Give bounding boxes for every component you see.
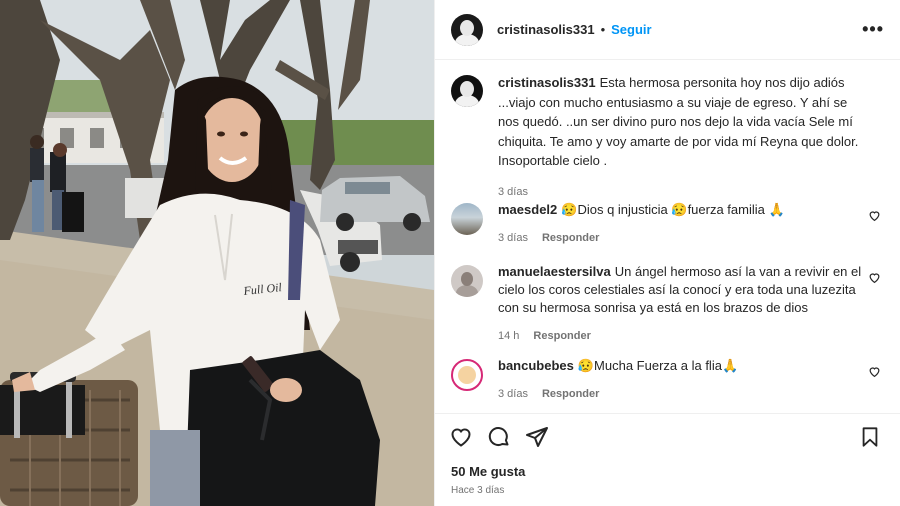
more-options-icon[interactable]: ••• [862,19,884,40]
comment-text: 😥Dios q injusticia 😥fuerza familia 🙏 [561,202,785,217]
author-avatar[interactable] [451,13,483,46]
reply-button[interactable]: Responder [533,327,590,345]
comment-time[interactable]: 3 días [498,385,528,403]
commenter-avatar[interactable] [451,203,483,235]
comment-icon[interactable] [487,425,511,449]
share-icon[interactable] [525,425,549,449]
like-heart-icon[interactable] [449,425,473,449]
comment-body: manuelaestersilva Un ángel hermoso así la… [498,263,863,345]
caption-username[interactable]: cristinasolis331 [498,75,596,90]
action-bar [435,414,900,460]
comment-time[interactable]: 14 h [498,327,519,345]
post-photo[interactable]: Full Oil [0,0,434,506]
comments-list[interactable]: cristinasolis331 Esta hermosa personita h… [435,61,900,413]
follow-button[interactable]: Seguir [611,22,651,37]
commenter-avatar[interactable] [451,265,483,297]
comment-row: maesdel2 😥Dios q injusticia 😥fuerza famil… [451,201,891,247]
bookmark-icon[interactable] [859,426,881,448]
caption-row: cristinasolis331 Esta hermosa personita h… [451,73,891,201]
comment-body: maesdel2 😥Dios q injusticia 😥fuerza famil… [498,201,863,247]
post-actions: 50 Me gusta Hace 3 días [435,413,900,496]
photo-scene: Full Oil [0,0,434,506]
author-username[interactable]: cristinasolis331 [497,22,595,37]
likes-count[interactable]: 50 Me gusta [435,464,900,479]
reply-button[interactable]: Responder [542,385,599,403]
comment-row: bancubebes 😥Mucha Fuerza a la flia🙏 3 día… [451,357,891,403]
comment-row: manuelaestersilva Un ángel hermoso así la… [451,263,891,345]
comment-username[interactable]: manuelaestersilva [498,264,611,279]
post-panel: cristinasolis331 • Seguir ••• cristinaso… [434,0,900,506]
commenter-avatar[interactable] [451,359,483,391]
comment-time[interactable]: 3 días [498,229,528,247]
post-header: cristinasolis331 • Seguir ••• [435,0,900,60]
like-comment-heart-icon[interactable] [868,365,881,378]
caption-avatar[interactable] [451,75,483,107]
reply-button[interactable]: Responder [542,229,599,247]
comment-username[interactable]: maesdel2 [498,202,557,217]
post-date[interactable]: Hace 3 días [435,485,900,496]
separator-dot: • [600,22,606,37]
comment-username[interactable]: bancubebes [498,358,574,373]
like-comment-heart-icon[interactable] [868,209,881,222]
comment-body: bancubebes 😥Mucha Fuerza a la flia🙏 3 día… [498,357,863,403]
caption-time[interactable]: 3 días [498,183,528,201]
like-comment-heart-icon[interactable] [868,271,881,284]
caption-body: cristinasolis331 Esta hermosa personita h… [498,73,863,201]
comment-text: 😥Mucha Fuerza a la flia🙏 [577,358,739,373]
